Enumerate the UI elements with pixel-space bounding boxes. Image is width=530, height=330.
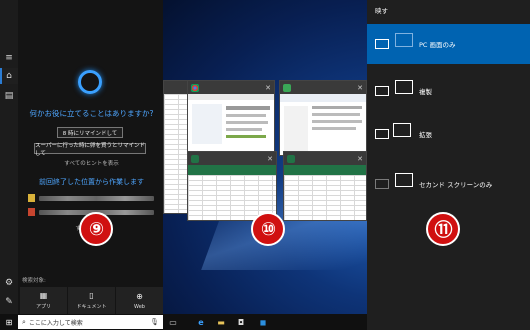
screen: ✕ ✕ ✕ ✕ ≡ ⌂ ▤ ⚙ ✎ 何かお役に立てることはありますか? 8 時に… <box>0 0 530 330</box>
extend-icon <box>373 123 411 143</box>
close-icon[interactable]: ✕ <box>265 84 271 92</box>
option-extend[interactable]: 拡張 <box>367 114 530 154</box>
close-icon[interactable]: ✕ <box>357 155 363 163</box>
badge-9: ⑨ <box>79 212 113 246</box>
file-explorer-icon[interactable]: ▬ <box>216 317 226 327</box>
cortana-panel: ≡ ⌂ ▤ ⚙ ✎ 何かお役に立てることはありますか? 8 時にリマインドして … <box>0 0 163 314</box>
option-second-screen-only[interactable]: セカンド スクリーンのみ <box>367 164 530 204</box>
excel-icon <box>191 154 199 163</box>
duplicate-icon <box>373 80 413 100</box>
pc-screen-only-icon <box>373 33 413 53</box>
documents-scope-button[interactable]: ▯ ドキュメント <box>68 287 115 314</box>
apps-scope-label: アプリ <box>35 304 51 310</box>
project-title: 映す <box>375 7 388 15</box>
task-view-window-app[interactable]: ✕ <box>279 80 367 156</box>
documents-scope-label: ドキュメント <box>76 304 107 310</box>
document-icon <box>28 194 35 202</box>
start-windows-icon[interactable]: ⊞ <box>0 314 18 330</box>
app-icon: ▦ <box>39 291 48 300</box>
second-screen-only-icon <box>373 173 413 193</box>
notebook-icon[interactable]: ▤ <box>0 88 18 104</box>
store-icon[interactable]: ◘ <box>236 317 246 327</box>
search-in-label: 検索対象: <box>22 278 46 284</box>
blurred-document-title <box>39 195 154 201</box>
cortana-logo-icon <box>78 70 102 94</box>
task-view-window-excel-2[interactable]: ✕ <box>283 151 367 221</box>
project-panel: 映す PC 画面のみ 複製 拡張 セカンド スクリーンのみ <box>367 0 530 330</box>
task-view-icon[interactable]: ▭ <box>168 317 178 327</box>
apps-scope-button[interactable]: ▦ アプリ <box>20 287 67 314</box>
recent-heading: 前回終了した位置から作業します <box>39 178 144 186</box>
chrome-icon <box>191 83 199 92</box>
web-scope-button[interactable]: ⊕ Web <box>116 287 163 314</box>
close-icon[interactable]: ✕ <box>267 155 273 163</box>
option-label: PC 画面のみ <box>419 41 456 49</box>
app-pinned-icon[interactable]: ◼ <box>258 317 268 327</box>
app-icon <box>283 83 291 92</box>
document-icon: ▯ <box>89 291 94 300</box>
taskbar-search-box[interactable]: ⌕ ここに入力して検索 🎙 <box>18 315 163 329</box>
option-label: 複製 <box>419 88 432 96</box>
excel-icon <box>287 154 295 163</box>
task-view-window-excel[interactable]: ✕ <box>187 151 277 221</box>
search-placeholder: ここに入力して検索 <box>28 319 83 327</box>
cortana-rail: ≡ ⌂ ▤ ⚙ ✎ <box>0 0 18 314</box>
tips-link[interactable]: すべてのヒントを表示 <box>20 159 163 167</box>
option-label: セカンド スクリーンのみ <box>419 181 493 189</box>
web-scope-label: Web <box>134 303 145 310</box>
suggestion-shopping-button[interactable]: スーパーに行った時に卵を買うとリマインドして <box>34 143 146 157</box>
hamburger-menu-icon[interactable]: ≡ <box>0 50 18 66</box>
document-icon <box>28 208 35 216</box>
option-label: 拡張 <box>419 131 432 139</box>
edge-icon[interactable]: e <box>196 317 206 327</box>
globe-icon: ⊕ <box>136 291 143 301</box>
settings-gear-icon[interactable]: ⚙ <box>0 275 18 291</box>
option-duplicate[interactable]: 複製 <box>367 71 530 111</box>
cortana-prompt: 何かお役に立てることはありますか? <box>29 109 154 118</box>
option-pc-screen-only[interactable]: PC 画面のみ <box>367 24 530 64</box>
search-icon: ⌕ <box>22 317 26 326</box>
recent-document-item[interactable] <box>28 193 154 203</box>
taskbar: ⊞ ⌕ ここに入力して検索 🎙 ▭ e ▬ ◘ ◼ <box>0 314 367 330</box>
search-scope-tiles: ▦ アプリ ▯ ドキュメント ⊕ Web <box>20 287 163 314</box>
microphone-icon[interactable]: 🎙 <box>150 318 159 326</box>
close-icon[interactable]: ✕ <box>357 84 363 92</box>
badge-11: ⑪ <box>426 212 460 246</box>
badge-10: ⑩ <box>251 212 285 246</box>
feedback-icon[interactable]: ✎ <box>0 294 18 310</box>
task-view-window-chrome[interactable]: ✕ <box>187 80 275 156</box>
suggestion-reminder-button[interactable]: 8 時にリマインドして <box>57 127 123 138</box>
home-icon[interactable]: ⌂ <box>0 68 18 84</box>
